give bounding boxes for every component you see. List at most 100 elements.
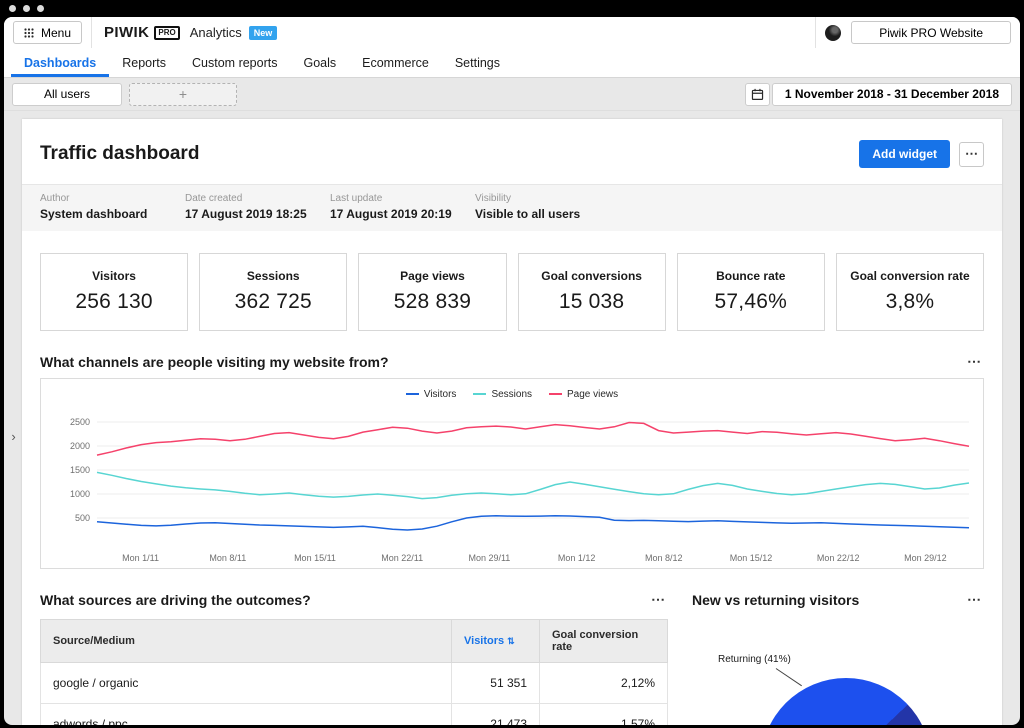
- column-header-label: Visitors: [464, 635, 504, 647]
- svg-text:1500: 1500: [70, 465, 90, 475]
- website-selector-button[interactable]: Piwik PRO Website: [851, 21, 1011, 44]
- cell-visitors: 51 351: [452, 663, 540, 704]
- column-header-visitors[interactable]: Visitors⇅: [452, 620, 540, 663]
- app-window: Menu PIWIK PRO Analytics New Piwik PRO W…: [4, 17, 1020, 725]
- app-header: Menu PIWIK PRO Analytics New Piwik PRO W…: [4, 17, 1020, 48]
- sources-section-title: What sources are driving the outcomes?: [40, 592, 649, 608]
- calendar-button[interactable]: [745, 83, 770, 106]
- sources-widget: What sources are driving the outcomes? ⋯…: [40, 569, 668, 725]
- dashboard-meta: Author System dashboard Date created 17 …: [22, 184, 1002, 231]
- channels-chart-widget: VisitorsSessionsPage views 5001000150020…: [40, 378, 984, 569]
- tab-reports[interactable]: Reports: [109, 48, 179, 77]
- svg-text:Mon 15/11: Mon 15/11: [294, 553, 336, 563]
- svg-text:500: 500: [75, 513, 90, 523]
- table-row[interactable]: google / organic 51 351 2,12%: [41, 663, 668, 704]
- cell-source: google / organic: [41, 663, 452, 704]
- add-widget-button[interactable]: Add widget: [859, 140, 950, 168]
- cell-source: adwords / ppc: [41, 704, 452, 726]
- menu-area: Menu: [4, 17, 92, 48]
- dashboard-title-row: Traffic dashboard Add widget ⋯: [40, 119, 984, 168]
- kpi-value: 362 725: [204, 290, 342, 314]
- window-control-zoom[interactable]: [37, 5, 44, 12]
- menu-grid-icon: [24, 28, 34, 38]
- channels-more-button[interactable]: ⋯: [965, 353, 984, 370]
- legend-item[interactable]: Page views: [549, 389, 618, 400]
- legend-label: Visitors: [424, 389, 457, 400]
- column-header-goal-conversion-rate[interactable]: Goal conversion rate: [540, 620, 668, 663]
- meta-visibility-label: Visibility: [475, 193, 620, 204]
- all-users-segment-button[interactable]: All users: [12, 83, 122, 106]
- page-title: Traffic dashboard: [40, 143, 859, 165]
- svg-text:Mon 29/11: Mon 29/11: [468, 553, 510, 563]
- window-control-close[interactable]: [9, 5, 16, 12]
- channels-section-title: What channels are people visiting my web…: [40, 354, 965, 370]
- sources-table-header-row: Source/Medium Visitors⇅ Goal conversion …: [41, 620, 668, 663]
- kpi-label: Page views: [363, 269, 501, 283]
- cell-rate: 1,57%: [540, 704, 668, 726]
- meta-author: Author System dashboard: [40, 193, 185, 221]
- kpi-value: 15 038: [523, 290, 661, 314]
- kpi-label: Bounce rate: [682, 269, 820, 283]
- pie-chart[interactable]: [761, 678, 931, 725]
- svg-text:Mon 1/11: Mon 1/11: [122, 553, 159, 563]
- globe-icon[interactable]: [825, 25, 841, 41]
- content-area: › Traffic dashboard Add widget ⋯ Author …: [4, 111, 1020, 725]
- kpi-value: 3,8%: [841, 290, 979, 314]
- bottom-widgets-row: What sources are driving the outcomes? ⋯…: [40, 569, 984, 725]
- meta-updated-label: Last update: [330, 193, 475, 204]
- logo-wordmark: PIWIK: [104, 24, 149, 41]
- kpi-value: 57,46%: [682, 290, 820, 314]
- sources-more-button[interactable]: ⋯: [649, 591, 668, 608]
- meta-author-label: Author: [40, 193, 185, 204]
- table-row[interactable]: adwords / ppc 21 473 1,57%: [41, 704, 668, 726]
- date-range-control: 1 November 2018 - 31 December 2018: [745, 83, 1012, 106]
- sidebar-expand-chevron[interactable]: ›: [7, 429, 20, 444]
- dashboard-more-button[interactable]: ⋯: [959, 142, 984, 167]
- svg-text:Mon 15/12: Mon 15/12: [730, 553, 773, 563]
- meta-author-value: System dashboard: [40, 207, 185, 221]
- kpi-row: Visitors 256 130 Sessions 362 725 Page v…: [40, 253, 984, 331]
- tab-settings[interactable]: Settings: [442, 48, 513, 77]
- menu-button[interactable]: Menu: [13, 21, 82, 44]
- tab-dashboards[interactable]: Dashboards: [11, 48, 109, 77]
- add-segment-button[interactable]: +: [129, 83, 237, 106]
- column-header-label: Goal conversion rate: [552, 629, 638, 653]
- channels-section-head: What channels are people visiting my web…: [40, 353, 984, 370]
- tab-goals[interactable]: Goals: [290, 48, 349, 77]
- legend-item[interactable]: Sessions: [473, 389, 532, 400]
- main-nav: Dashboards Reports Custom reports Goals …: [4, 48, 1020, 78]
- tab-custom-reports[interactable]: Custom reports: [179, 48, 290, 77]
- pie-annotation-line: [776, 668, 802, 686]
- legend-swatch: [473, 393, 486, 395]
- product-name: Analytics: [190, 25, 242, 40]
- sources-table: Source/Medium Visitors⇅ Goal conversion …: [40, 619, 668, 725]
- svg-text:Mon 29/12: Mon 29/12: [904, 553, 947, 563]
- svg-text:Mon 1/12: Mon 1/12: [558, 553, 596, 563]
- legend-label: Sessions: [491, 389, 532, 400]
- svg-text:Mon 8/12: Mon 8/12: [645, 553, 683, 563]
- meta-updated-value: 17 August 2019 20:19: [330, 207, 475, 221]
- kpi-value: 528 839: [363, 290, 501, 314]
- menu-button-label: Menu: [41, 26, 71, 40]
- sort-icon: ⇅: [507, 636, 515, 646]
- visitors-more-button[interactable]: ⋯: [965, 591, 984, 608]
- visitors-section-title: New vs returning visitors: [692, 592, 965, 608]
- window-control-minimize[interactable]: [23, 5, 30, 12]
- meta-last-update: Last update 17 August 2019 20:19: [330, 193, 475, 221]
- cell-rate: 2,12%: [540, 663, 668, 704]
- column-header-label: Source/Medium: [53, 635, 135, 647]
- column-header-source-medium[interactable]: Source/Medium: [41, 620, 452, 663]
- sources-section-head: What sources are driving the outcomes? ⋯: [40, 591, 668, 608]
- svg-text:2500: 2500: [70, 417, 90, 427]
- piwik-logo[interactable]: PIWIK PRO Analytics New: [104, 24, 277, 41]
- meta-created-label: Date created: [185, 193, 330, 204]
- pie-area: Returning (41%): [692, 608, 984, 725]
- tab-ecommerce[interactable]: Ecommerce: [349, 48, 442, 77]
- date-range-picker[interactable]: 1 November 2018 - 31 December 2018: [772, 83, 1012, 106]
- legend-swatch: [549, 393, 562, 395]
- legend-item[interactable]: Visitors: [406, 389, 457, 400]
- meta-visibility: Visibility Visible to all users: [475, 193, 620, 221]
- channels-line-chart[interactable]: 5001000150020002500Mon 1/11Mon 8/11Mon 1…: [41, 400, 983, 568]
- chart-legend: Visitors Sessions Page views: [41, 388, 983, 400]
- meta-created-value: 17 August 2019 18:25: [185, 207, 330, 221]
